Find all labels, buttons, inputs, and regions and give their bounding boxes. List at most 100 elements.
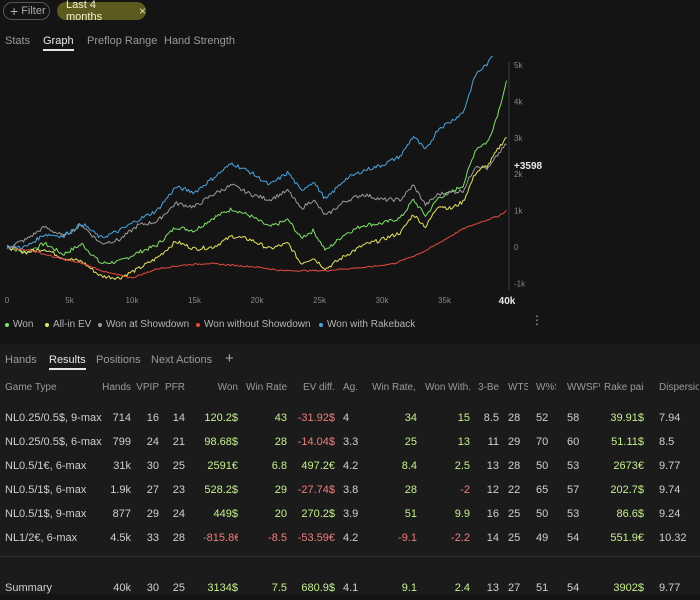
legend-won-with-rakeback[interactable]: Won with Rakeback <box>319 319 415 330</box>
table-cell-wsd: 50 <box>536 508 549 520</box>
table-cell-ev-diff: 497.2€ <box>301 460 335 472</box>
tab-stats[interactable]: Stats <box>5 35 30 47</box>
tab-next-actions[interactable]: Next Actions <box>151 354 212 366</box>
column-header-won[interactable]: Won <box>203 382 238 393</box>
legend-all-in-ev[interactable]: All-in EV <box>45 319 91 330</box>
table-cell-wsd: 51 <box>536 582 549 594</box>
table-cell-hands: 4.5k <box>110 532 131 544</box>
y-tick-label: 4k <box>514 97 523 106</box>
table-cell-hands: 714 <box>112 412 131 424</box>
table-cell-vpip: 33 <box>146 532 159 544</box>
active-filter-label: Last 4 months <box>66 0 103 23</box>
table-cell-wwsf: 60 <box>567 436 580 448</box>
legend-dot-won <box>5 322 9 327</box>
column-header-three-bet[interactable]: 3-Bet <box>478 382 499 393</box>
table-row[interactable]: NL1/2€, 6-max 4.5k 33 28 -815.8€ -8.5 -53.59€ 4… <box>0 532 700 550</box>
tab-hand-strength[interactable]: Hand Strength <box>164 35 235 47</box>
tab-positions[interactable]: Positions <box>96 354 141 366</box>
x-tick-label: 20k <box>251 296 265 305</box>
column-header-dispersion[interactable]: Dispersio... <box>659 382 699 393</box>
column-header-wsd[interactable]: W%SD <box>536 382 556 393</box>
column-header-win-rate[interactable]: Win Rate ... <box>246 382 287 393</box>
table-cell-three-bet: 12 <box>486 484 499 496</box>
legend-won[interactable]: Won <box>5 319 33 330</box>
table-row[interactable]: NL0.25/0.5$, 6-max 799 24 21 98.68$ 28 -14.04$… <box>0 436 700 454</box>
column-header-hands[interactable]: Hands <box>100 382 131 393</box>
table-cell-won: 120.2$ <box>204 412 238 424</box>
tab-graph[interactable]: Graph <box>43 35 74 51</box>
table-cell-wsd: 52 <box>536 412 549 424</box>
table-cell-dispersion: 9.74 <box>659 484 681 496</box>
x-tick-label: 30k <box>376 296 390 305</box>
table-cell-aggression: 3.9 <box>343 508 359 520</box>
table-cell-wtsd: 25 <box>508 508 521 520</box>
column-header-game-type[interactable]: Game Type <box>5 382 105 393</box>
table-row[interactable]: NL0.5/1$, 6-max 1.9k 27 23 528.2$ 29 -27.74$ 3.… <box>0 484 700 502</box>
table-cell-won-with: 13 <box>457 436 470 448</box>
column-header-wtsd[interactable]: WTSD <box>508 382 528 393</box>
table-row[interactable]: NL0.25/0.5$, 9-max 714 16 14 120.2$ 43 -31.92$… <box>0 412 700 430</box>
column-header-win-rate-2[interactable]: Win Rate, ... <box>372 382 417 393</box>
table-cell-ev-diff: 270.2$ <box>301 508 335 520</box>
table-cell-rake-paid: 551.9€ <box>610 532 644 544</box>
table-cell-ev-diff: -53.59€ <box>297 532 335 544</box>
legend-label: All-in EV <box>53 319 92 330</box>
table-cell-game-type: NL0.5/1$, 9-max <box>5 508 87 520</box>
table-cell-win-rate: 29 <box>274 484 287 496</box>
table-cell-wwsf: 53 <box>567 460 580 472</box>
column-header-ev-diff[interactable]: EV diff. <box>296 382 335 393</box>
column-header-won-with[interactable]: Won With... <box>425 382 470 393</box>
table-cell-won-with: 2.4 <box>454 582 470 594</box>
table-cell-won: 3134$ <box>207 582 238 594</box>
close-icon[interactable]: × <box>139 4 146 18</box>
active-filter-chip[interactable]: Last 4 months × <box>57 0 146 23</box>
legend-won-at-showdown[interactable]: Won at Showdown <box>98 319 189 330</box>
table-cell-rake-paid: 51.11$ <box>611 436 644 448</box>
graph-canvas: 5k4k3k2k1k0-1k0 5k 10k 15k 20k 25k 30k 35k 40k <box>5 56 526 307</box>
table-cell-dispersion: 9.24 <box>659 508 681 520</box>
plus-icon: + <box>10 3 19 19</box>
legend-dot-won-with-rakeback <box>319 322 323 327</box>
table-row[interactable]: NL0.5/1€, 6-max 31k 30 25 2591€ 6.8 497.2€ 4.2 8… <box>0 460 700 478</box>
table-cell-won-with: -2.2 <box>451 532 470 544</box>
more-options-icon[interactable]: ⋮ <box>531 314 543 326</box>
table-cell-rake-paid: 39.91$ <box>610 412 644 424</box>
column-header-aggression[interactable]: Ag. <box>343 382 369 393</box>
table-cell-aggression: 3.3 <box>343 436 359 448</box>
table-cell-win-rate-2: -9.1 <box>398 532 417 544</box>
legend-label: Won without Showdown <box>204 319 311 330</box>
legend-won-without-showdown[interactable]: Won without Showdown <box>196 319 311 330</box>
x-tick-label: 5k <box>65 296 74 305</box>
tab-results[interactable]: Results <box>49 354 86 370</box>
table-cell-aggression: 4 <box>343 412 350 424</box>
table-cell-aggression: 4.2 <box>343 532 359 544</box>
table-cell-three-bet: 16 <box>486 508 499 520</box>
table-cell-won: -815.8€ <box>203 532 238 544</box>
table-row[interactable]: NL0.5/1$, 9-max 877 29 24 449$ 20 270.2$ 3.9 51 9… <box>0 508 700 526</box>
table-cell-win-rate: -8.5 <box>268 532 287 544</box>
table-cell-win-rate-2: 28 <box>404 484 417 496</box>
won-end-label: +3598 <box>514 161 543 172</box>
column-header-rake-paid[interactable]: Rake paid <box>604 382 644 393</box>
add-tab-icon[interactable]: + <box>225 350 234 367</box>
legend-dot-won-at-showdown <box>98 322 102 327</box>
summary-row[interactable]: Summary 40k 30 25 3134$ 7.5 680.9$ 4.1 9.1 2.4 13 2… <box>0 582 700 600</box>
table-cell-wwsf: 54 <box>567 582 580 594</box>
table-cell-three-bet: 13 <box>486 582 499 594</box>
table-cell-ev-diff: 680.9$ <box>301 582 335 594</box>
column-header-vpip[interactable]: VPIP <box>134 382 159 393</box>
series-line-won-with-rakeback <box>6 56 494 250</box>
table-cell-ev-diff: -14.04$ <box>297 436 335 448</box>
table-cell-win-rate: 20 <box>274 508 287 520</box>
table-cell-win-rate-2: 25 <box>404 436 417 448</box>
table-cell-win-rate-2: 9.1 <box>401 582 417 594</box>
tab-preflop-range[interactable]: Preflop Range <box>87 35 157 47</box>
column-header-wwsf[interactable]: WWSF% <box>567 382 600 393</box>
table-cell-game-type: Summary <box>5 582 53 594</box>
tab-hands[interactable]: Hands <box>5 354 37 366</box>
add-filter-button[interactable]: + Filter <box>3 2 50 20</box>
table-cell-wtsd: 29 <box>508 436 521 448</box>
table-cell-three-bet: 14 <box>486 532 499 544</box>
legend-label: Won <box>13 319 34 330</box>
column-header-pfr[interactable]: PFR <box>163 382 185 393</box>
